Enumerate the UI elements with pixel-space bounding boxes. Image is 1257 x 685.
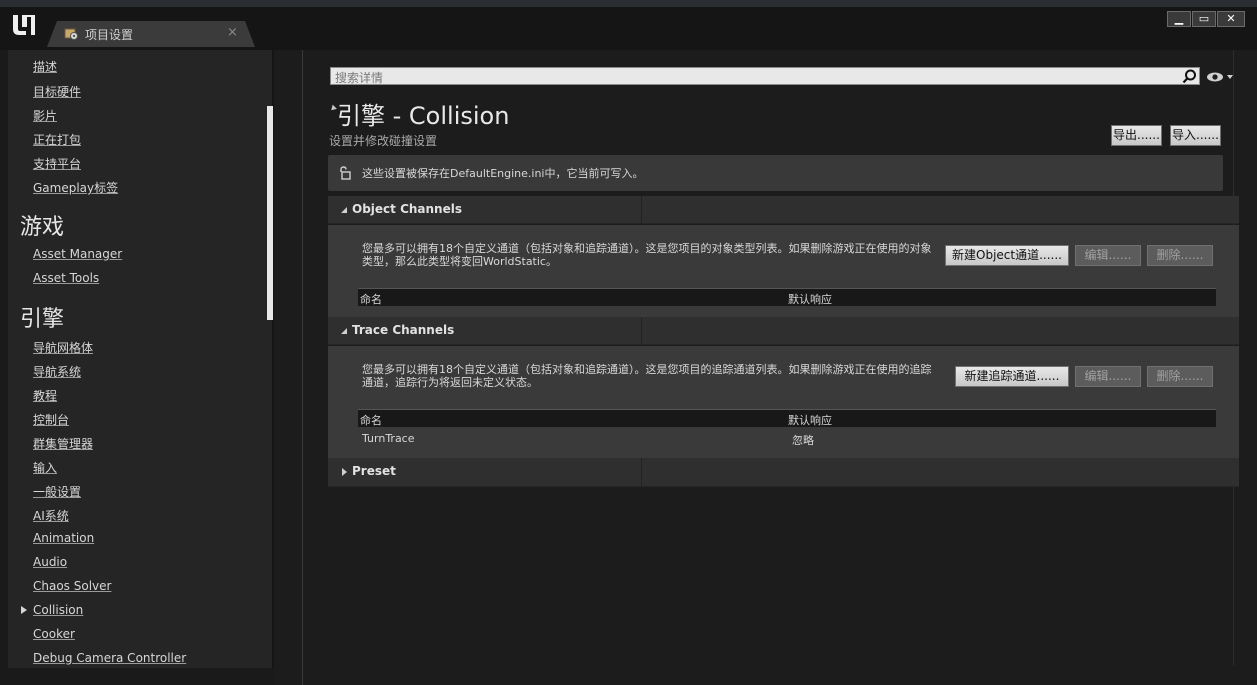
sidebar-item-animation[interactable]: Animation xyxy=(33,531,94,545)
top-strip xyxy=(0,0,1257,7)
sidebar-item-target-hardware[interactable]: 目标硬件 xyxy=(33,83,81,100)
sidebar-item-tutorials[interactable]: 教程 xyxy=(33,387,57,404)
sidebar-heading-game: 游戏 xyxy=(20,215,65,240)
tab-close-icon[interactable]: × xyxy=(227,25,238,40)
sidebar-item-navigation-system[interactable]: 导航系统 xyxy=(33,363,81,380)
selected-arrow-icon xyxy=(21,606,27,614)
sidebar-item-console[interactable]: 控制台 xyxy=(33,411,69,428)
edit-trace-channel-button[interactable]: 编辑...... xyxy=(1075,366,1141,387)
object-channels-table-header: 命名 默认响应 xyxy=(358,288,1216,306)
expand-arrow-icon xyxy=(341,328,347,334)
trace-channels-description: 您最多可以拥有18个自定义通道（包括对象和追踪通道）。这是您项目的追踪通道列表。… xyxy=(362,363,932,389)
sidebar-item-ai-system[interactable]: AI系统 xyxy=(33,507,69,524)
config-notice: 这些设置被保存在DefaultEngine.ini中，它当前可写入。 xyxy=(328,155,1223,191)
edit-object-channel-button[interactable]: 编辑...... xyxy=(1075,245,1141,266)
sidebar-item-general-settings[interactable]: 一般设置 xyxy=(33,483,81,500)
unreal-logo-icon xyxy=(13,15,35,35)
delete-object-channel-button[interactable]: 删除...... xyxy=(1147,245,1213,266)
category-object-channels[interactable]: Object Channels xyxy=(328,196,1239,224)
sidebar-item-asset-manager[interactable]: Asset Manager xyxy=(33,247,122,261)
sidebar-item-asset-tools[interactable]: Asset Tools xyxy=(33,271,99,285)
sidebar-item-collision[interactable]: Collision xyxy=(33,603,83,617)
window-controls: ▁ ▭ ✕ xyxy=(1167,11,1245,27)
trace-channels-table-header: 命名 默认响应 xyxy=(358,409,1216,427)
sidebar-item-crowd-manager[interactable]: 群集管理器 xyxy=(33,435,93,452)
sidebar-bottom xyxy=(0,668,274,685)
sidebar-heading-engine: 引擎 xyxy=(20,307,65,332)
trace-row-response[interactable]: 忽略 xyxy=(792,432,814,448)
sidebar-item-chaos-solver[interactable]: Chaos Solver xyxy=(33,579,111,593)
new-object-channel-button[interactable]: 新建Object通道...... xyxy=(945,245,1069,266)
sidebar-item-cooker[interactable]: Cooker xyxy=(33,627,75,641)
category-preset[interactable]: Preset xyxy=(328,458,1239,487)
column-header-default-response[interactable]: 默认响应 xyxy=(788,412,832,428)
sidebar-item-movies[interactable]: 影片 xyxy=(33,107,57,124)
sidebar-scrollbar[interactable] xyxy=(267,106,273,320)
sidebar-item-gameplay-tags[interactable]: Gameplay标签 xyxy=(33,179,118,196)
notice-text: 这些设置被保存在DefaultEngine.ini中，它当前可写入。 xyxy=(362,167,644,180)
unlock-icon xyxy=(340,166,351,180)
category-trace-channels[interactable]: Trace Channels xyxy=(328,317,1239,345)
import-button[interactable]: 导入...... xyxy=(1170,125,1221,146)
collapsed-arrow-icon xyxy=(342,468,347,476)
page-subtitle: 设置并修改碰撞设置 xyxy=(329,134,438,148)
view-options-eye-icon[interactable] xyxy=(1206,70,1234,84)
object-channels-description: 您最多可以拥有18个自定义通道（包括对象和追踪通道）。这是您项目的对象类型列表。… xyxy=(362,242,932,268)
sidebar-item-packaging[interactable]: 正在打包 xyxy=(33,131,81,148)
search-input[interactable]: 搜索详情 xyxy=(330,67,1200,85)
category-title: Trace Channels xyxy=(352,323,455,337)
sidebar-item-debug-camera-controller[interactable]: Debug Camera Controller xyxy=(33,651,186,665)
sidebar-item-navmesh[interactable]: 导航网格体 xyxy=(33,339,93,356)
page-title: 引擎 - Collision xyxy=(337,102,510,130)
close-button[interactable]: ✕ xyxy=(1217,11,1245,27)
category-title: Preset xyxy=(352,464,396,478)
trace-row-name[interactable]: TurnTrace xyxy=(362,432,415,445)
panel-divider xyxy=(302,50,303,685)
minimize-button[interactable]: ▁ xyxy=(1167,11,1191,27)
delete-trace-channel-button[interactable]: 删除...... xyxy=(1147,366,1213,387)
expand-arrow-icon xyxy=(341,207,347,213)
new-trace-channel-button[interactable]: 新建追踪通道...... xyxy=(955,366,1069,387)
sidebar-item-description[interactable]: 描述 xyxy=(33,58,57,75)
column-separator xyxy=(641,458,642,486)
column-separator xyxy=(641,317,642,345)
sidebar-item-supported-platforms[interactable]: 支持平台 xyxy=(33,155,81,172)
search-icon[interactable] xyxy=(1182,69,1197,84)
settings-icon xyxy=(64,28,78,40)
column-separator xyxy=(641,196,642,224)
column-header-default-response[interactable]: 默认响应 xyxy=(788,291,832,307)
maximize-button[interactable]: ▭ xyxy=(1192,11,1216,27)
export-button[interactable]: 导出...... xyxy=(1111,125,1162,146)
tab-project-settings[interactable]: 项目设置 × xyxy=(47,21,255,47)
category-title: Object Channels xyxy=(352,202,462,216)
column-header-name[interactable]: 命名 xyxy=(360,412,382,428)
sidebar-item-audio[interactable]: Audio xyxy=(33,555,67,569)
tab-label: 项目设置 xyxy=(85,28,134,42)
sidebar-item-input[interactable]: 输入 xyxy=(33,459,57,476)
search-placeholder: 搜索详情 xyxy=(335,71,384,85)
column-header-name[interactable]: 命名 xyxy=(360,291,382,307)
